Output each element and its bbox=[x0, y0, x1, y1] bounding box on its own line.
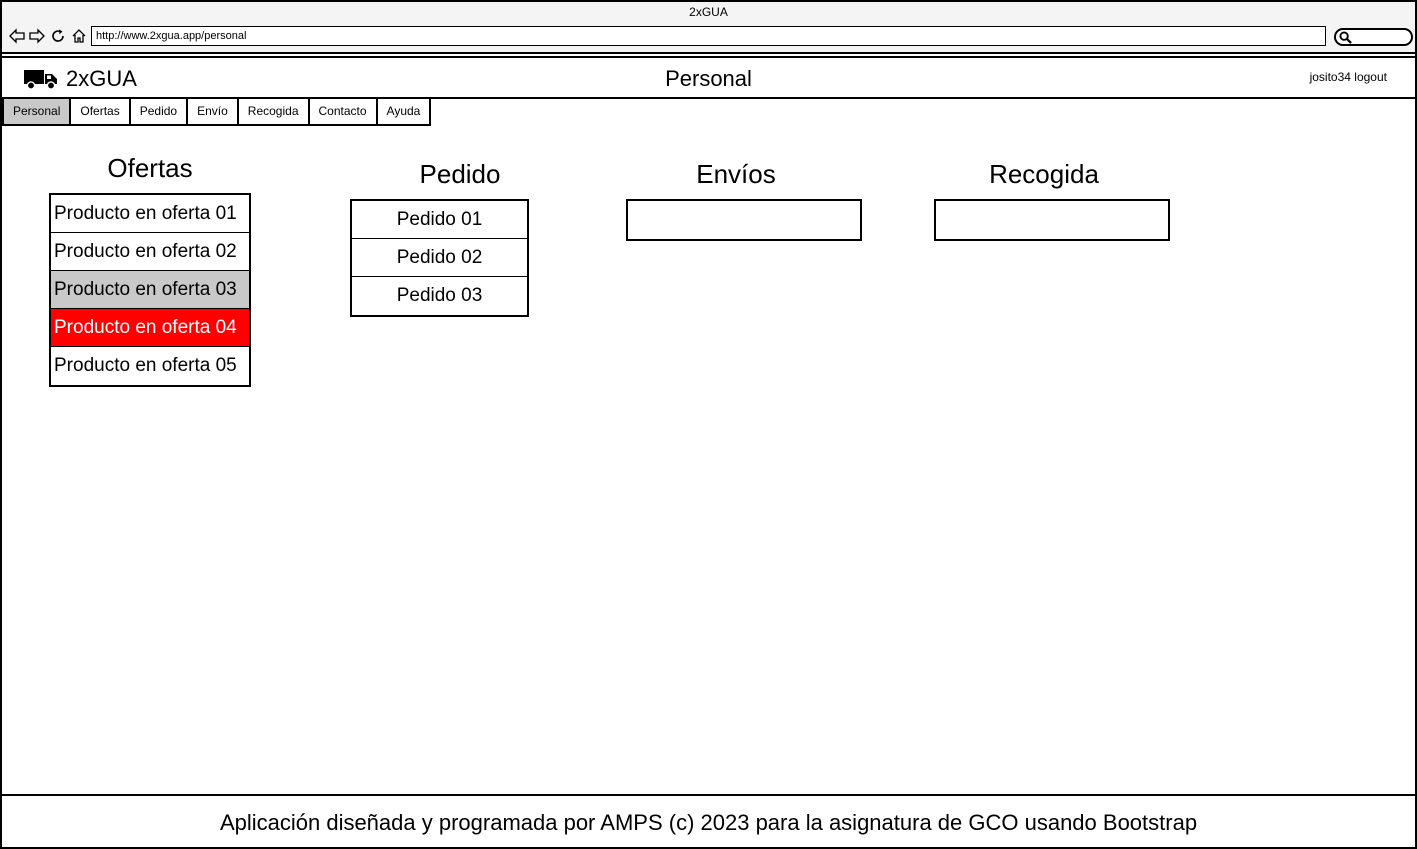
browser-search-field[interactable] bbox=[1334, 28, 1413, 46]
recogida-title: Recogida bbox=[989, 159, 1099, 189]
user-area: josito34 logout bbox=[1310, 70, 1387, 84]
tab-ofertas[interactable]: Ofertas bbox=[71, 99, 131, 124]
list-item[interactable]: Pedido 02 bbox=[352, 239, 527, 277]
list-item[interactable]: Producto en oferta 02 bbox=[51, 233, 249, 271]
list-item[interactable]: Pedido 01 bbox=[352, 201, 527, 239]
list-item[interactable]: Pedido 03 bbox=[352, 277, 527, 315]
reload-icon[interactable] bbox=[49, 27, 67, 45]
pedido-list: Pedido 01 Pedido 02 Pedido 03 bbox=[350, 199, 529, 317]
browser-window: 2xGUA http://www.2xgua.app/personal 2xGU… bbox=[0, 0, 1417, 849]
ofertas-list: Producto en oferta 01 Producto en oferta… bbox=[49, 193, 251, 387]
list-item[interactable]: Producto en oferta 01 bbox=[51, 195, 249, 233]
window-title: 2xGUA bbox=[689, 5, 728, 19]
tab-envio[interactable]: Envío bbox=[188, 99, 239, 124]
envios-title: Envíos bbox=[696, 159, 776, 189]
envios-list bbox=[626, 199, 862, 241]
ofertas-title: Ofertas bbox=[107, 153, 193, 183]
list-item[interactable]: Producto en oferta 05 bbox=[51, 347, 249, 385]
page-title: Personal bbox=[665, 66, 752, 91]
pedido-title: Pedido bbox=[419, 159, 501, 189]
main-tabs: Personal Ofertas Pedido Envío Recogida C… bbox=[2, 99, 432, 126]
tab-pedido[interactable]: Pedido bbox=[130, 99, 189, 124]
tab-personal[interactable]: Personal bbox=[4, 99, 72, 124]
list-item[interactable]: Producto en oferta 03 bbox=[51, 271, 249, 309]
recogida-list bbox=[934, 199, 1170, 241]
back-arrow-icon[interactable] bbox=[8, 27, 26, 45]
tab-ayuda[interactable]: Ayuda bbox=[377, 99, 430, 124]
tab-contacto[interactable]: Contacto bbox=[309, 99, 378, 124]
logout-link[interactable]: logout bbox=[1354, 70, 1387, 84]
tab-recogida[interactable]: Recogida bbox=[238, 99, 310, 124]
browser-chrome: 2xGUA http://www.2xgua.app/personal bbox=[2, 2, 1415, 54]
footer: Aplicación diseñada y programada por AMP… bbox=[2, 794, 1415, 847]
search-icon bbox=[1339, 31, 1352, 44]
username[interactable]: josito34 bbox=[1310, 70, 1351, 84]
list-item[interactable]: Producto en oferta 04 bbox=[51, 309, 249, 347]
home-icon[interactable] bbox=[70, 27, 88, 45]
app-header: 2xGUA Personal josito34 logout bbox=[2, 58, 1415, 99]
address-bar[interactable]: http://www.2xgua.app/personal bbox=[91, 26, 1326, 46]
forward-arrow-icon[interactable] bbox=[28, 27, 46, 45]
